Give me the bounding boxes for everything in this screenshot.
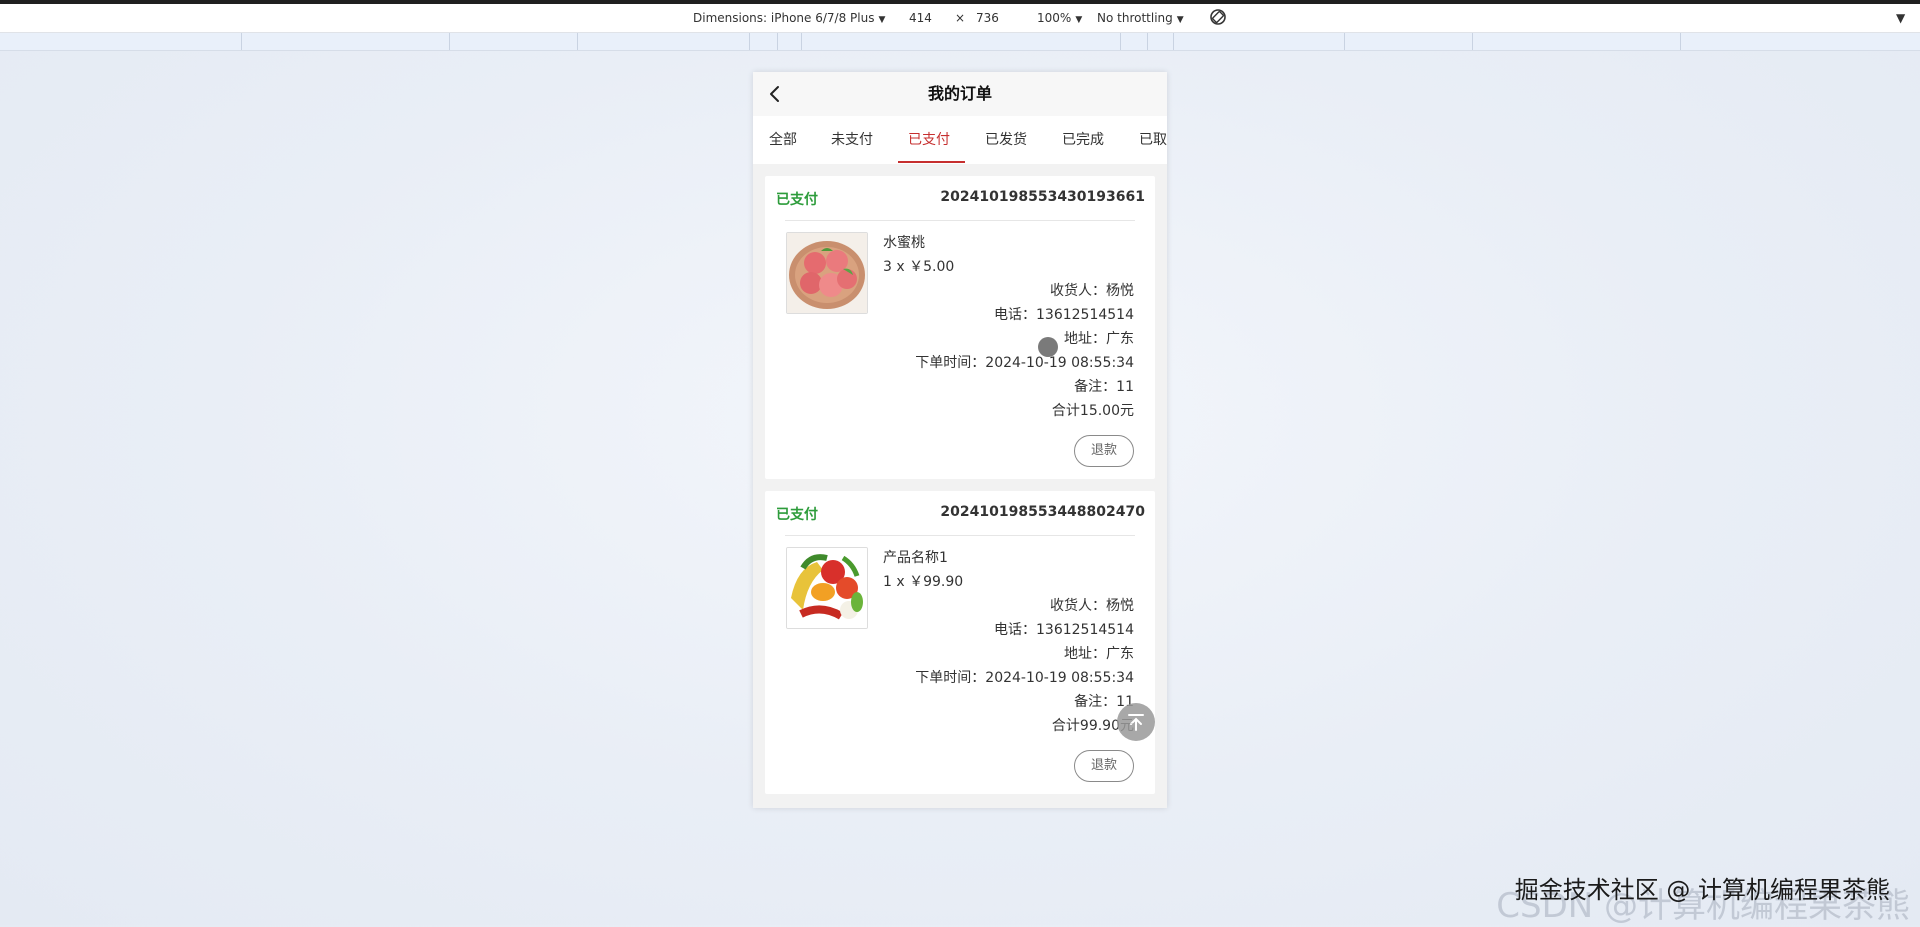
address: 地址：广东 xyxy=(1064,646,1134,662)
receiver: 收货人：杨悦 xyxy=(1050,598,1134,614)
active-tab-indicator xyxy=(898,161,965,163)
touch-cursor xyxy=(1038,337,1058,357)
quantity-price: 3 x ￥5.00 xyxy=(883,259,955,275)
nav-bar: 我的订单 xyxy=(753,72,1167,116)
receiver: 收货人：杨悦 xyxy=(1050,283,1134,299)
order-number: 20241019855344880247​0 xyxy=(940,504,1145,520)
ruler-tick xyxy=(241,33,242,50)
watermark: 掘金技术社区 @ 计算机编程果茶熊 xyxy=(1514,876,1890,904)
phone-viewport: 我的订单 全部 未支付 已支付 已发货 已完成 已取 已支付 202410198… xyxy=(753,72,1167,808)
zoom-select[interactable]: 100% ▼ xyxy=(1037,11,1082,25)
page-title: 我的订单 xyxy=(927,84,992,103)
ruler-tick xyxy=(1344,33,1345,50)
dropdown-caret-icon: ▼ xyxy=(1075,15,1083,25)
ruler-tick xyxy=(1147,33,1148,50)
order-card: 已支付 20241019855344880247​0 产品名称1 1 x ￥99… xyxy=(765,491,1155,794)
order-number: 20241019855343019366​1 xyxy=(940,189,1145,205)
dimension-separator: × xyxy=(955,11,966,25)
refund-button[interactable]: 退款 xyxy=(1074,435,1134,467)
tab-shipped[interactable]: 已发货 xyxy=(985,116,1027,164)
device-dimensions-select[interactable]: Dimensions: iPhone 6/7/8 Plus ▼ xyxy=(693,11,885,25)
tab-all[interactable]: 全部 xyxy=(769,116,797,164)
ruler-tick xyxy=(1173,33,1174,50)
tab-cancelled[interactable]: 已取 xyxy=(1139,116,1167,164)
product-image-peach xyxy=(786,232,868,314)
dropdown-caret-icon: ▼ xyxy=(1176,15,1184,25)
dropdown-caret-icon: ▼ xyxy=(878,15,886,25)
device-toolbar: Dimensions: iPhone 6/7/8 Plus ▼ 414 × 736… xyxy=(0,4,1920,33)
media-query-ruler xyxy=(0,33,1920,51)
ruler-tick xyxy=(449,33,450,50)
order-status: 已支付 xyxy=(776,507,818,523)
ruler-tick xyxy=(801,33,802,50)
remark: 备注：11 xyxy=(1074,379,1134,395)
order-total: 合计15.00元 xyxy=(1051,403,1134,419)
zoom-label: 100% xyxy=(1037,11,1072,25)
ruler-tick xyxy=(777,33,778,50)
refund-button[interactable]: 退款 xyxy=(1074,750,1134,782)
order-time: 下单时间：2024-10-19 08:55:34 xyxy=(915,670,1134,686)
product-name: 产品名称1 xyxy=(883,550,948,566)
order-status: 已支付 xyxy=(776,192,818,208)
ruler-tick xyxy=(577,33,578,50)
tab-completed[interactable]: 已完成 xyxy=(1062,116,1104,164)
device-dimensions-label: Dimensions: iPhone 6/7/8 Plus xyxy=(693,11,875,25)
throttling-select[interactable]: No throttling ▼ xyxy=(1097,11,1184,25)
address: 地址：广东 xyxy=(1064,331,1134,347)
back-to-top-icon[interactable] xyxy=(1117,703,1155,741)
divider xyxy=(785,535,1135,536)
ruler-tick xyxy=(1120,33,1121,50)
rotate-icon[interactable] xyxy=(1208,7,1228,30)
ruler-tick xyxy=(749,33,750,50)
quantity-price: 1 x ￥99.90 xyxy=(883,574,964,590)
phone: 电话：13612514514 xyxy=(994,307,1134,323)
order-time: 下单时间：2024-10-19 08:55:34 xyxy=(915,355,1134,371)
divider xyxy=(785,220,1135,221)
tab-unpaid[interactable]: 未支付 xyxy=(831,116,873,164)
ruler-tick xyxy=(1472,33,1473,50)
more-options-caret-icon[interactable]: ▼ xyxy=(1896,11,1905,25)
throttling-label: No throttling xyxy=(1097,11,1173,25)
order-status-tabs: 全部 未支付 已支付 已发货 已完成 已取 xyxy=(753,116,1167,164)
device-height-input[interactable]: 736 xyxy=(976,11,999,25)
product-image-vegetables xyxy=(786,547,868,629)
tab-paid[interactable]: 已支付 xyxy=(908,116,950,164)
product-name: 水蜜桃 xyxy=(883,235,925,251)
device-width-input[interactable]: 414 xyxy=(909,11,932,25)
ruler-tick xyxy=(1680,33,1681,50)
phone: 电话：13612514514 xyxy=(994,622,1134,638)
order-card: 已支付 20241019855343019366​1 水蜜桃 3 x ￥5.00… xyxy=(765,176,1155,479)
